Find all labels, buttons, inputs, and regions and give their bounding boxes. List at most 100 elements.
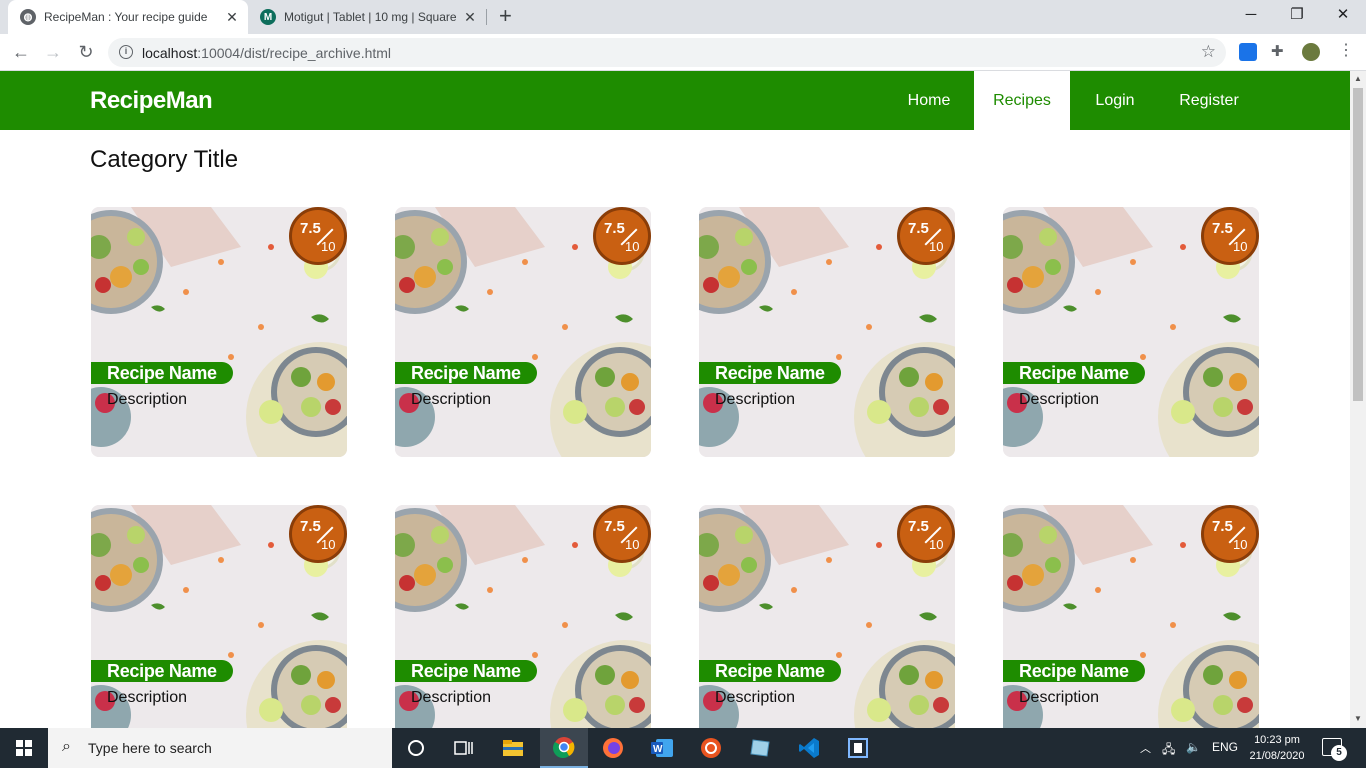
scroll-down-icon[interactable]: ▼ [1354,714,1362,723]
app-icon[interactable] [736,728,784,768]
recipe-card[interactable]: 7.5 10 Recipe Name Description [1003,505,1259,728]
rating-max: 10 [321,239,336,254]
task-view-icon[interactable] [440,728,488,768]
recipe-card[interactable]: 7.5 10 Recipe Name Description [699,207,955,457]
page-scrollbar[interactable]: ▲ ▼ [1350,71,1366,728]
windows-taskbar: ⌕ Type here to search W ︿ 🖧 🔈 ENG 10:23 … [0,728,1366,768]
browser-tab-recipeman[interactable]: ◍ RecipeMan : Your recipe guide ✕ [8,0,248,34]
search-placeholder: Type here to search [88,740,212,756]
recipe-description: Description [411,391,492,408]
rating-max: 10 [625,537,640,552]
rating-value: 7.5 [908,220,929,237]
browser-tab-motigut[interactable]: M Motigut | Tablet | 10 mg | Square ✕ [248,0,486,34]
windows-start-icon[interactable] [16,740,32,756]
site-info-icon[interactable]: i [119,45,133,59]
rating-value: 7.5 [300,220,321,237]
rating-value: 7.5 [908,518,929,535]
tab-separator [486,9,487,25]
recipe-card[interactable]: 7.5 10 Recipe Name Description [1003,207,1259,457]
site-brand[interactable]: RecipeMan [90,87,213,115]
tab-title: RecipeMan : Your recipe guide [44,10,208,24]
puzzle-extensions-icon[interactable]: ✚ [1271,43,1289,61]
recipe-description: Description [411,689,492,706]
close-tab-icon[interactable]: ✕ [222,9,242,26]
firefox-icon[interactable] [589,728,637,768]
rating-badge: 7.5 10 [289,207,347,265]
tab-title: Motigut | Tablet | 10 mg | Square [284,10,457,24]
browser-tab-strip: ◍ RecipeMan : Your recipe guide ✕ M Moti… [0,0,1366,34]
new-tab-icon[interactable]: + [499,5,512,27]
recipe-card[interactable]: 7.5 10 Recipe Name Description [91,207,347,457]
motigut-favicon-icon: M [260,9,276,25]
network-icon[interactable]: 🖧 [1162,740,1175,761]
notification-count: 5 [1331,745,1347,761]
extension-icon[interactable] [1239,43,1257,61]
vscode-icon[interactable] [785,728,833,768]
ubuntu-icon[interactable] [687,728,735,768]
back-arrow-icon[interactable]: ← [9,40,33,64]
nav-recipes[interactable]: Recipes [974,71,1070,130]
recipe-name[interactable]: Recipe Name [395,660,537,682]
volume-icon[interactable]: 🔈 [1186,740,1201,754]
clock-date: 21/08/2020 [1249,750,1305,762]
close-tab-icon[interactable]: ✕ [460,9,480,26]
rating-badge: 7.5 10 [897,207,955,265]
rating-max: 10 [1233,239,1248,254]
recipe-name[interactable]: Recipe Name [395,362,537,384]
cortana-icon[interactable] [392,728,440,768]
globe-icon: ◍ [20,9,36,25]
clock-time: 10:23 pm [1254,734,1300,746]
recipe-card[interactable]: 7.5 10 Recipe Name Description [395,207,651,457]
recipe-description: Description [1019,689,1100,706]
file-explorer-icon[interactable] [489,728,537,768]
taskbar-clock[interactable]: 10:23 pm 21/08/2020 [1248,732,1306,764]
taskbar-search[interactable]: ⌕ Type here to search [48,728,392,768]
recipe-name[interactable]: Recipe Name [91,362,233,384]
scrollbar-thumb[interactable] [1353,88,1363,401]
recipe-card[interactable]: 7.5 10 Recipe Name Description [699,505,955,728]
recipe-card[interactable]: 7.5 10 Recipe Name Description [91,505,347,728]
category-title: Category Title [90,146,239,173]
rating-value: 7.5 [1212,518,1233,535]
recipe-name[interactable]: Recipe Name [1003,362,1145,384]
action-center-icon[interactable]: 5 [1322,738,1347,761]
word-icon[interactable]: W [638,728,686,768]
rating-badge: 7.5 10 [897,505,955,563]
bookmark-star-icon[interactable]: ☆ [1201,42,1216,62]
rating-max: 10 [929,239,944,254]
recipe-name[interactable]: Recipe Name [699,362,841,384]
nav-register[interactable]: Register [1166,71,1252,130]
rating-value: 7.5 [604,518,625,535]
snipping-tool-icon[interactable] [834,728,882,768]
scroll-up-icon[interactable]: ▲ [1354,74,1362,83]
rating-badge: 7.5 10 [593,505,651,563]
search-icon: ⌕ [62,738,71,755]
page-viewport: RecipeMan Home Recipes Login Register Ca… [0,71,1350,728]
nav-home[interactable]: Home [888,71,970,130]
url-path: :10004/dist/recipe_archive.html [197,45,392,61]
rating-badge: 7.5 10 [593,207,651,265]
nav-login[interactable]: Login [1080,71,1150,130]
minimize-window-icon[interactable]: ─ [1228,0,1274,30]
rating-max: 10 [321,537,336,552]
reload-icon[interactable]: ↻ [74,40,98,64]
recipe-name[interactable]: Recipe Name [699,660,841,682]
rating-badge: 7.5 10 [289,505,347,563]
close-window-icon[interactable]: ✕ [1320,0,1366,30]
browser-menu-icon[interactable]: ⋮ [1338,42,1354,60]
recipe-name[interactable]: Recipe Name [1003,660,1145,682]
recipe-description: Description [107,689,188,706]
restore-window-icon[interactable]: ❐ [1274,0,1320,30]
recipe-card[interactable]: 7.5 10 Recipe Name Description [395,505,651,728]
recipe-description: Description [715,391,796,408]
address-bar[interactable]: i localhost:10004/dist/recipe_archive.ht… [108,38,1226,67]
forward-arrow-icon[interactable]: → [41,40,65,64]
rating-max: 10 [1233,537,1248,552]
recipe-name[interactable]: Recipe Name [91,660,233,682]
tray-chevron-icon[interactable]: ︿ [1140,740,1151,756]
rating-badge: 7.5 10 [1201,207,1259,265]
language-indicator[interactable]: ENG [1212,740,1238,754]
profile-avatar[interactable] [1302,43,1320,61]
chrome-icon[interactable] [540,728,588,768]
rating-value: 7.5 [604,220,625,237]
